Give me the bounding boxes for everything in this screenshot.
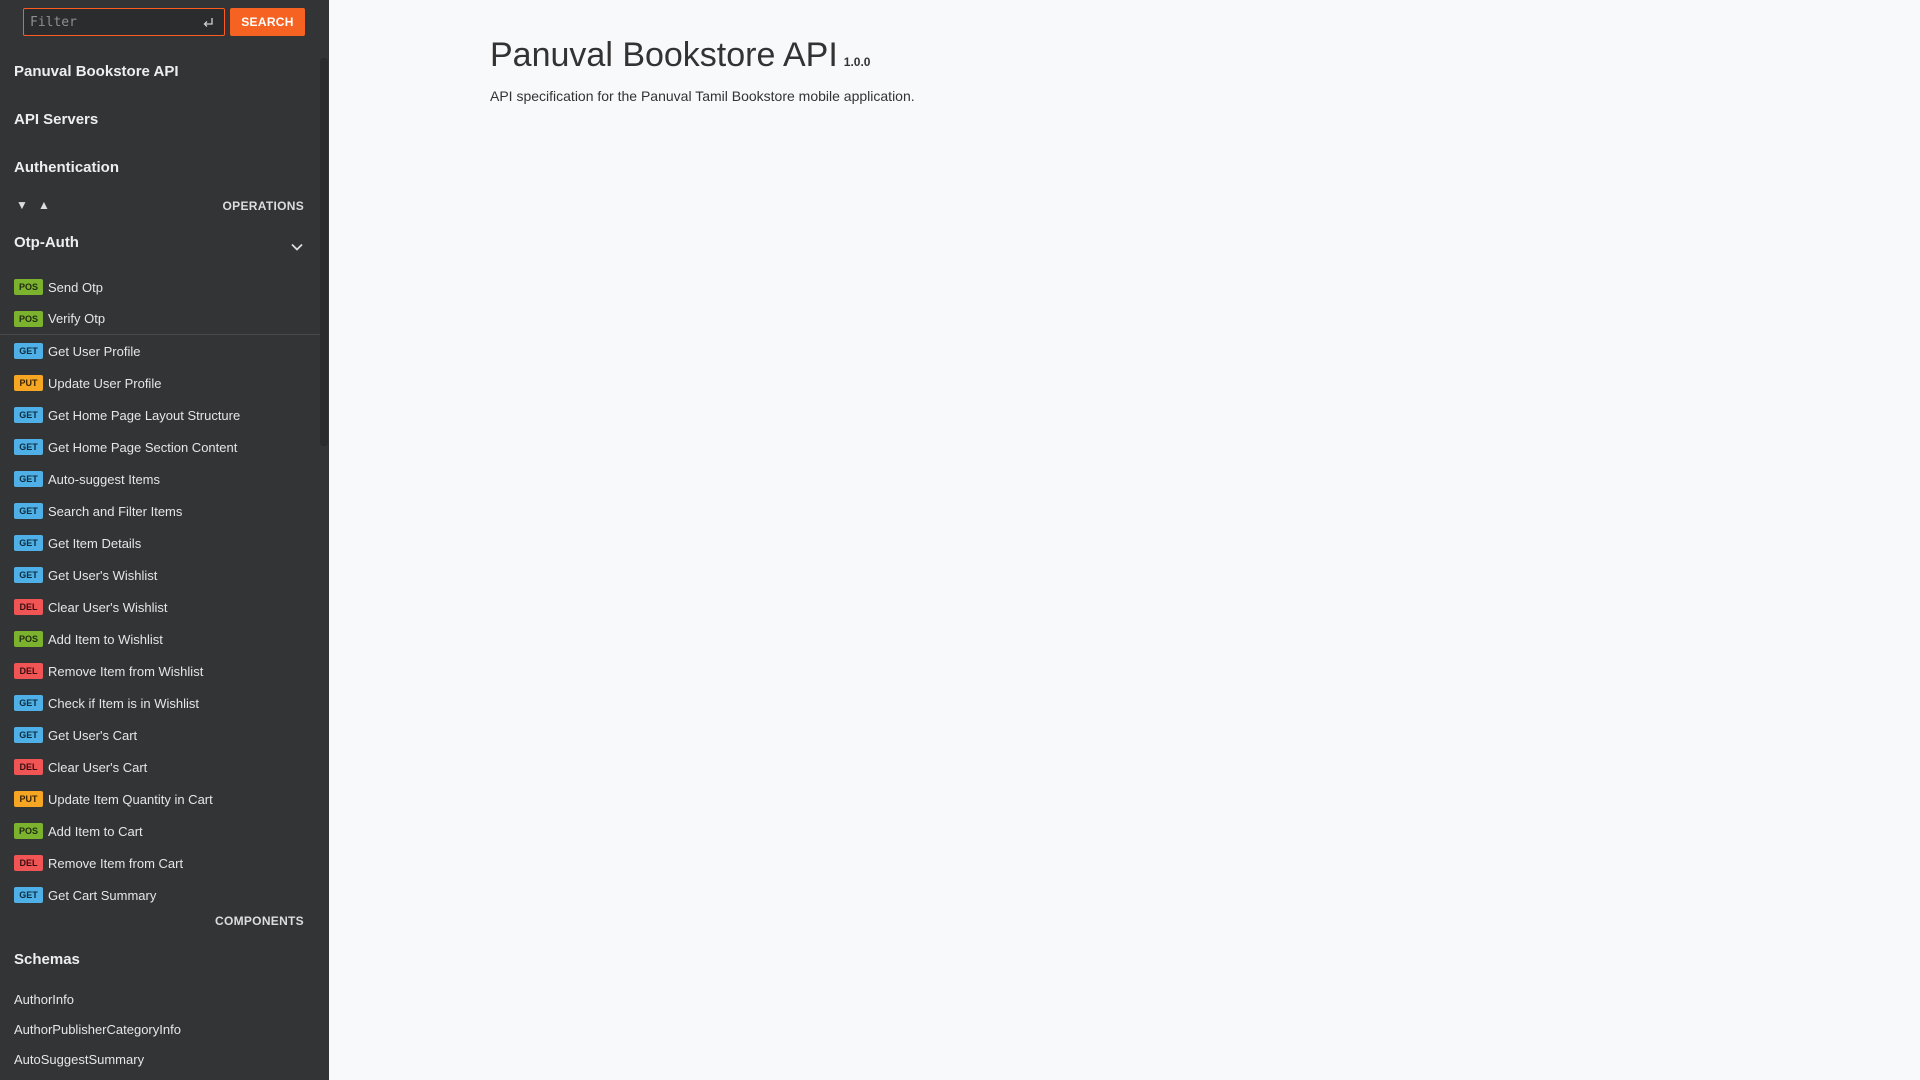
operation-item[interactable]: GET Auto-suggest Items: [0, 463, 320, 495]
operation-item[interactable]: PUT Update Item Quantity in Cart: [0, 783, 320, 815]
operation-item[interactable]: GET Get Cart Summary: [0, 879, 320, 911]
operations-header: ▼ ▲ OPERATIONS: [14, 196, 304, 216]
operation-label: Get User's Cart: [48, 727, 138, 743]
operations-list: POS Send Otp POS Verify Otp GET Get User Prof…: [0, 271, 320, 911]
group-otp-auth[interactable]: Otp-Auth: [14, 234, 304, 256]
expand-all-icon[interactable]: ▼: [16, 198, 28, 212]
method-badge: POS: [14, 631, 43, 647]
method-badge: DEL: [14, 855, 43, 871]
operation-label: Add Item to Cart: [48, 823, 143, 839]
operation-item[interactable]: GET Get Home Page Section Content: [0, 431, 320, 463]
nav-api-servers[interactable]: API Servers: [14, 111, 98, 128]
method-badge: POS: [14, 823, 43, 839]
operation-item[interactable]: GET Get Home Page Layout Structure: [0, 399, 320, 431]
operation-label: Check if Item is in Wishlist: [48, 695, 199, 711]
sidebar: SEARCH Panuval Bookstore API API Servers…: [0, 0, 329, 1080]
method-badge: GET: [14, 695, 43, 711]
operations-label: OPERATIONS: [222, 199, 304, 213]
method-badge: DEL: [14, 663, 43, 679]
operation-item[interactable]: POS Verify Otp: [0, 303, 320, 335]
operation-item[interactable]: POS Add Item to Cart: [0, 815, 320, 847]
method-badge: GET: [14, 407, 43, 423]
method-badge: GET: [14, 887, 43, 903]
operation-item[interactable]: PUT Update User Profile: [0, 367, 320, 399]
filter-input[interactable]: [24, 9, 199, 35]
operation-label: Get Item Details: [48, 535, 142, 551]
operation-label: Get User Profile: [48, 343, 141, 359]
operation-item[interactable]: POS Send Otp: [0, 271, 320, 303]
method-badge: GET: [14, 503, 43, 519]
method-badge: GET: [14, 535, 43, 551]
operation-item[interactable]: DEL Clear User's Cart: [0, 751, 320, 783]
enter-key-icon: [203, 18, 213, 27]
method-badge: GET: [14, 343, 43, 359]
search-button[interactable]: SEARCH: [230, 8, 305, 36]
method-badge: GET: [14, 727, 43, 743]
operation-item[interactable]: GET Search and Filter Items: [0, 495, 320, 527]
operation-label: Clear User's Cart: [48, 759, 148, 775]
nav-api-title[interactable]: Panuval Bookstore API: [14, 63, 179, 80]
operation-label: Add Item to Wishlist: [48, 631, 163, 647]
method-badge: GET: [14, 439, 43, 455]
operation-label: Get Home Page Section Content: [48, 439, 238, 455]
components-header: COMPONENTS: [14, 914, 304, 930]
method-badge: DEL: [14, 759, 43, 775]
operation-item[interactable]: POS Add Item to Wishlist: [0, 623, 320, 655]
api-description: API specification for the Panuval Tamil …: [490, 88, 915, 104]
schema-list: AuthorInfo AuthorPublisherCategoryInfo Aut…: [0, 984, 181, 1074]
components-label: COMPONENTS: [214, 914, 304, 928]
nav-schemas[interactable]: Schemas: [14, 951, 80, 968]
operation-label: Remove Item from Wishlist: [48, 663, 204, 679]
operation-item[interactable]: GET Get User's Wishlist: [0, 559, 320, 591]
operation-item[interactable]: GET Get User Profile: [0, 335, 320, 367]
version-label: 1.0.0: [843, 55, 871, 69]
method-badge: POS: [14, 279, 43, 295]
page-title: Panuval Bookstore API 1.0.0: [490, 36, 870, 75]
operation-label: Remove Item from Cart: [48, 855, 184, 871]
operation-label: Clear User's Wishlist: [48, 599, 168, 615]
operation-label: Search and Filter Items: [48, 503, 183, 519]
method-badge: GET: [14, 471, 43, 487]
operation-item[interactable]: DEL Clear User's Wishlist: [0, 591, 320, 623]
operation-label: Auto-suggest Items: [48, 471, 160, 487]
operation-label: Get User's Wishlist: [48, 567, 158, 583]
operation-label: Verify Otp: [48, 311, 106, 326]
operation-item[interactable]: GET Get Item Details: [0, 527, 320, 559]
operation-label: Update Item Quantity in Cart: [48, 791, 213, 807]
schema-item[interactable]: AuthorInfo: [0, 984, 181, 1014]
operation-label: Get Cart Summary: [48, 887, 157, 903]
operation-item[interactable]: GET Get User's Cart: [0, 719, 320, 751]
operation-label: Get Home Page Layout Structure: [48, 407, 241, 423]
method-badge: PUT: [14, 791, 43, 807]
filter-box: [23, 8, 225, 36]
method-badge: DEL: [14, 599, 43, 615]
schema-item[interactable]: AuthorPublisherCategoryInfo: [0, 1014, 181, 1044]
sidebar-scrollbar[interactable]: [320, 58, 328, 446]
search-bar: SEARCH: [23, 8, 305, 36]
api-title: Panuval Bookstore API: [490, 36, 838, 74]
operation-label: Send Otp: [48, 279, 103, 295]
group-title: Otp-Auth: [14, 234, 79, 251]
operation-item[interactable]: DEL Remove Item from Wishlist: [0, 655, 320, 687]
method-badge: GET: [14, 567, 43, 583]
chevron-down-icon[interactable]: [290, 240, 304, 254]
collapse-all-icon[interactable]: ▲: [38, 198, 50, 212]
method-badge: POS: [14, 310, 43, 327]
operation-item[interactable]: DEL Remove Item from Cart: [0, 847, 320, 879]
nav-authentication[interactable]: Authentication: [14, 159, 119, 176]
operation-label: Update User Profile: [48, 375, 162, 391]
method-badge: PUT: [14, 375, 43, 391]
operation-item[interactable]: GET Check if Item is in Wishlist: [0, 687, 320, 719]
schema-item[interactable]: AutoSuggestSummary: [0, 1044, 181, 1074]
